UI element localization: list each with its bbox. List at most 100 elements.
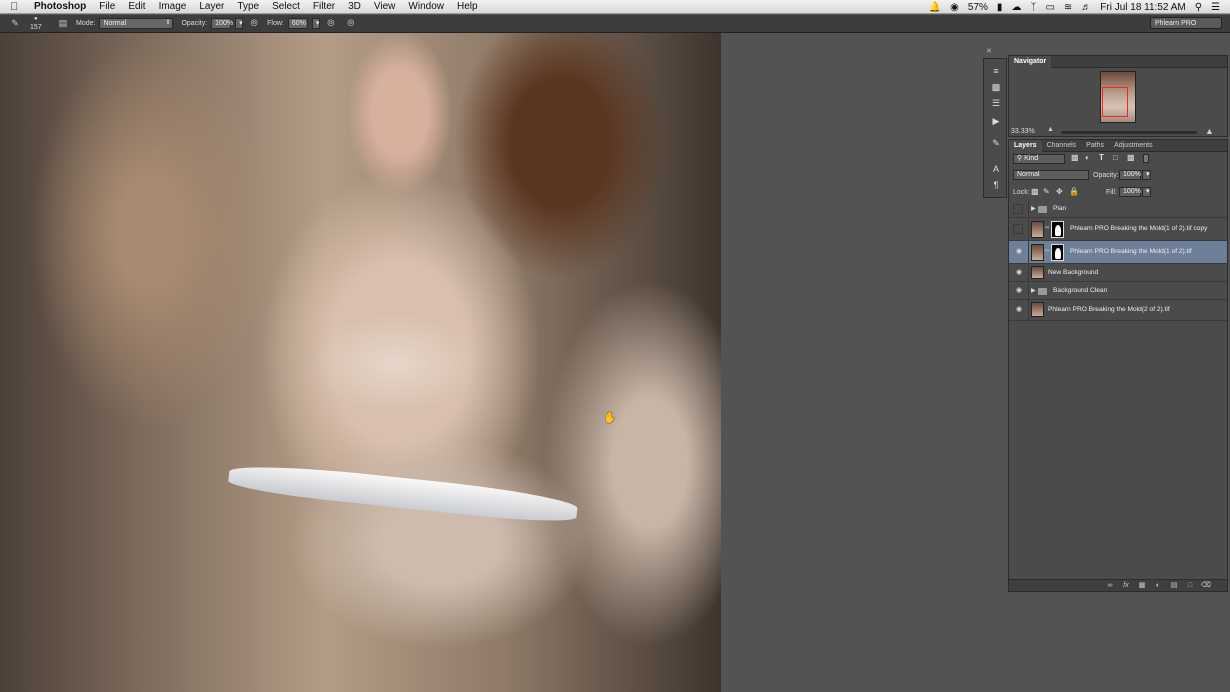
- layer-new-background[interactable]: ◉ New Background: [1009, 264, 1227, 282]
- battery-icon[interactable]: ▮: [997, 2, 1003, 13]
- filter-shape-icon[interactable]: □: [1113, 153, 1118, 162]
- actions-panel-icon[interactable]: ▶: [989, 115, 1003, 127]
- dock-close-icon[interactable]: ✕: [986, 47, 992, 55]
- brush-panel-icon[interactable]: ▤: [56, 17, 70, 31]
- zoom-in-icon[interactable]: ▲: [1205, 126, 1214, 136]
- clock[interactable]: Fri Jul 18 11:52 AM: [1100, 2, 1185, 13]
- menu-help[interactable]: Help: [457, 1, 478, 12]
- blend-mode-select[interactable]: Normal: [1013, 170, 1089, 180]
- menu-type[interactable]: Type: [237, 1, 259, 12]
- layer-background-clean[interactable]: ◉ ▶ Background Clean: [1009, 282, 1227, 300]
- tab-adjustments[interactable]: Adjustments: [1109, 140, 1158, 152]
- layer-thumbnail[interactable]: [1031, 266, 1044, 279]
- filter-type-icon[interactable]: T: [1099, 153, 1104, 162]
- navigator-thumbnail[interactable]: [1100, 71, 1136, 123]
- filter-toggle[interactable]: [1143, 154, 1149, 163]
- brush-size-picker[interactable]: ● 157: [28, 16, 50, 32]
- lock-transparency-icon[interactable]: ▩: [1031, 187, 1039, 196]
- workspace-switcher[interactable]: Phlearn PRO: [1150, 17, 1222, 29]
- layer-plan[interactable]: ▶ Plan: [1009, 200, 1227, 218]
- filter-pixel-icon[interactable]: ▩: [1071, 153, 1079, 162]
- wifi-icon[interactable]: ≋: [1064, 2, 1072, 13]
- pressure-opacity-icon[interactable]: ⦾: [247, 17, 261, 31]
- filter-adjustment-icon[interactable]: ◐: [1085, 153, 1090, 162]
- zoom-out-icon[interactable]: ▲: [1047, 126, 1054, 133]
- tab-navigator[interactable]: Navigator: [1009, 55, 1052, 68]
- visibility-toggle-off[interactable]: [1013, 203, 1023, 214]
- menu-3d[interactable]: 3D: [348, 1, 361, 12]
- layer-thumbnail[interactable]: [1031, 221, 1044, 238]
- layer-thumbnail[interactable]: [1031, 302, 1044, 317]
- fill-dropdown[interactable]: ▾: [1142, 187, 1151, 197]
- menu-select[interactable]: Select: [272, 1, 300, 12]
- disclosure-triangle-icon[interactable]: ▶: [1031, 287, 1036, 294]
- disclosure-triangle-icon[interactable]: ▶: [1031, 205, 1036, 212]
- layer-opacity-dropdown[interactable]: ▾: [1142, 170, 1151, 180]
- link-icon[interactable]: ∞: [1045, 225, 1049, 231]
- menu-filter[interactable]: Filter: [313, 1, 335, 12]
- layer-mold-1-copy[interactable]: ∞ Phlearn PRO Breaking the Mold(1 of 2).…: [1009, 218, 1227, 241]
- visibility-toggle-off[interactable]: [1013, 224, 1023, 234]
- bluetooth-icon[interactable]: ᛉ: [1030, 2, 1036, 13]
- airbrush-icon[interactable]: ⦾: [324, 17, 338, 31]
- record-icon[interactable]: ◉: [950, 2, 959, 13]
- apple-menu-icon[interactable]: : [10, 1, 22, 13]
- battery-percent[interactable]: 57%: [968, 2, 988, 13]
- filter-kind-select[interactable]: ⚲ Kind: [1013, 154, 1065, 164]
- menu-file[interactable]: File: [99, 1, 115, 12]
- new-group-icon[interactable]: ▤: [1169, 581, 1179, 591]
- navigator-zoom-value[interactable]: 33.33%: [1011, 128, 1035, 135]
- list-icon[interactable]: ☰: [1211, 2, 1220, 13]
- eye-icon[interactable]: ◉: [1014, 305, 1024, 315]
- screen-icon[interactable]: ▭: [1045, 2, 1054, 13]
- trash-icon[interactable]: ⌫: [1201, 581, 1211, 591]
- menu-window[interactable]: Window: [408, 1, 444, 12]
- mode-select[interactable]: Normal ⇕: [99, 18, 174, 29]
- tab-layers[interactable]: Layers: [1009, 139, 1042, 152]
- paragraph-panel-icon[interactable]: ¶: [989, 179, 1003, 191]
- lock-pixels-icon[interactable]: ✎: [1043, 187, 1050, 196]
- flow-dropdown[interactable]: ▾: [311, 18, 320, 29]
- fx-icon[interactable]: fx: [1121, 581, 1131, 591]
- link-layers-icon[interactable]: ∞: [1105, 581, 1115, 591]
- layer-thumbnail[interactable]: [1031, 244, 1044, 261]
- menu-edit[interactable]: Edit: [128, 1, 145, 12]
- tab-paths[interactable]: Paths: [1081, 140, 1109, 152]
- cloud-icon[interactable]: ☁: [1011, 2, 1021, 13]
- properties-panel-icon[interactable]: ▩: [989, 81, 1003, 93]
- new-layer-icon[interactable]: □: [1185, 581, 1195, 591]
- layer-mold-2[interactable]: ◉ Phlearn PRO Breaking the Mold(2 of 2).…: [1009, 300, 1227, 321]
- add-mask-icon[interactable]: ▩: [1137, 581, 1147, 591]
- layer-mask-thumbnail[interactable]: [1051, 221, 1064, 238]
- history-panel-icon[interactable]: ≡: [989, 65, 1003, 77]
- layer-mask-thumbnail[interactable]: [1051, 244, 1064, 261]
- link-icon[interactable]: ∞: [1045, 248, 1049, 254]
- adjustment-layer-icon[interactable]: ◐: [1153, 581, 1163, 591]
- document-canvas[interactable]: ✋: [0, 33, 721, 692]
- lock-all-icon[interactable]: 🔒: [1069, 187, 1079, 196]
- app-menu[interactable]: Photoshop: [34, 1, 86, 12]
- adjustments-panel-icon[interactable]: ☰: [989, 97, 1003, 109]
- layer-mold-1[interactable]: ◉ ∞ Phlearn PRO Breaking the Mold(1 of 2…: [1009, 241, 1227, 264]
- navigator-zoom-slider[interactable]: [1061, 131, 1197, 134]
- lock-position-icon[interactable]: ✥: [1056, 187, 1063, 196]
- opacity-dropdown[interactable]: ▾: [235, 18, 244, 29]
- menu-image[interactable]: Image: [159, 1, 187, 12]
- menu-view[interactable]: View: [374, 1, 396, 12]
- tool-presets-icon[interactable]: ✎: [989, 137, 1003, 149]
- navigator-view-box[interactable]: [1102, 87, 1128, 117]
- eye-icon[interactable]: ◉: [1014, 286, 1024, 296]
- pressure-size-icon[interactable]: ⦾: [344, 17, 358, 31]
- fill-input[interactable]: 100%: [1119, 187, 1141, 197]
- character-panel-icon[interactable]: A: [989, 163, 1003, 175]
- spotlight-icon[interactable]: ⚲: [1195, 2, 1202, 13]
- filter-smart-object-icon[interactable]: ▩: [1127, 153, 1135, 162]
- opacity-input[interactable]: 100%: [211, 18, 233, 29]
- brush-tool-preset-icon[interactable]: ✎: [8, 17, 22, 31]
- volume-icon[interactable]: ♬: [1081, 2, 1091, 13]
- eye-icon[interactable]: ◉: [1014, 268, 1024, 278]
- flow-input[interactable]: 60%: [287, 18, 308, 29]
- menu-layer[interactable]: Layer: [199, 1, 224, 12]
- notification-icon[interactable]: 🔔: [929, 2, 941, 13]
- tab-channels[interactable]: Channels: [1042, 140, 1082, 152]
